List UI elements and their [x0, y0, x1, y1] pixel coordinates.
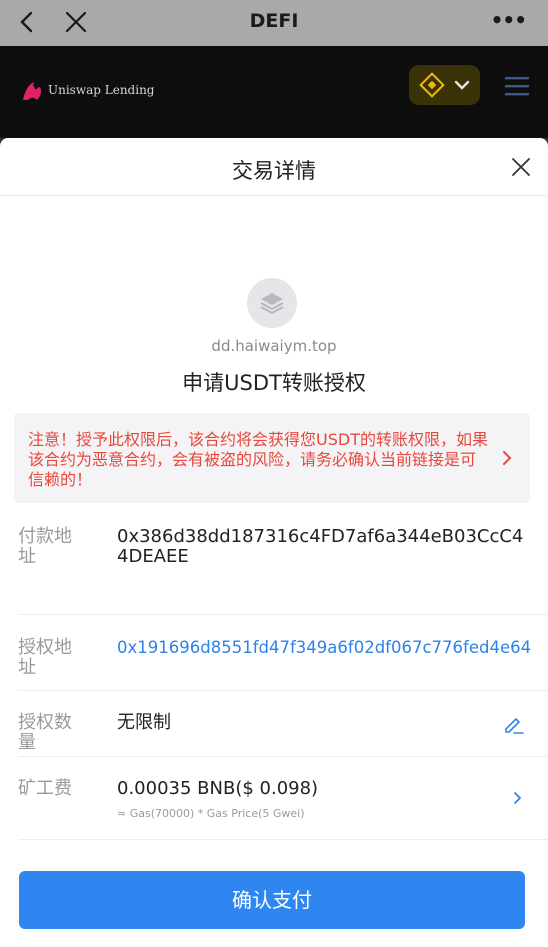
transaction-detail-sheet: 交易详情 dd.haiwaiym.top 申请USDT转账授权 注意！授予此权限…: [0, 138, 548, 947]
sheet-title: 交易详情: [232, 159, 316, 183]
dapp-header: Uniswap Lending: [0, 46, 548, 138]
warning-text: 注意！授予此权限后，该合约将会获得您USDT的转账权限，如果该合约为恶意合约，会…: [28, 430, 488, 489]
payer-address: 0x386d38dd187316c4FD7af6a344eB03CcC44DEA…: [117, 526, 524, 567]
edit-icon[interactable]: [502, 713, 524, 735]
brand-name: Uniswap Lending: [48, 83, 155, 97]
gas-detail: ≈ Gas(70000) * Gas Price(5 Gwei): [117, 807, 305, 820]
browser-top-bar: DEFI •••: [0, 0, 548, 46]
chevron-right-icon: [514, 792, 522, 804]
close-icon[interactable]: [510, 156, 532, 178]
divider: [18, 756, 548, 757]
row-label: 矿工费: [18, 778, 72, 799]
sheet-header: 交易详情: [0, 138, 548, 196]
warning-banner[interactable]: 注意！授予此权限后，该合约将会获得您USDT的转账权限，如果该合约为恶意合约，会…: [14, 413, 530, 503]
chevron-down-icon: [454, 80, 470, 90]
hamburger-menu-icon[interactable]: [505, 76, 529, 96]
more-options-icon[interactable]: •••: [491, 8, 527, 32]
layers-icon: [247, 278, 297, 328]
row-label: 授权数量: [18, 712, 72, 753]
uniswap-logo-icon: [23, 82, 41, 100]
divider: [18, 690, 548, 691]
miner-fee-value: 0.00035 BNB($ 0.098): [117, 778, 319, 799]
approval-amount: 无限制: [117, 712, 171, 733]
page-title: DEFI: [249, 10, 299, 32]
spender-address-link[interactable]: 0x191696d8551fd47f349a6f02df067c776fed4e…: [117, 638, 531, 658]
divider: [18, 614, 548, 615]
chain-selector[interactable]: [409, 65, 480, 105]
bnb-icon: [419, 72, 445, 98]
divider: [18, 839, 548, 840]
row-label: 授权地址: [18, 637, 72, 678]
request-title: 申请USDT转账授权: [182, 371, 366, 395]
row-label: 付款地址: [18, 526, 72, 567]
chevron-right-icon: [503, 451, 512, 465]
site-url: dd.haiwaiym.top: [211, 337, 337, 355]
confirm-payment-button[interactable]: 确认支付: [19, 871, 525, 929]
